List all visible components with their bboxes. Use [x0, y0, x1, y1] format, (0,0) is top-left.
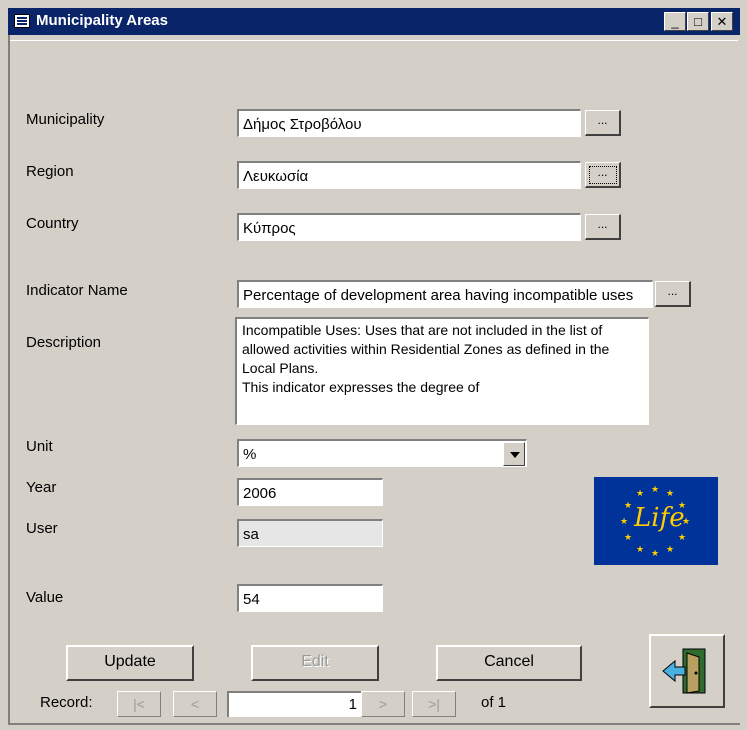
year-label: Year	[26, 479, 57, 496]
divider	[10, 40, 738, 41]
country-lookup-button[interactable]: ...	[585, 214, 621, 240]
municipality-areas-window: Municipality Areas _ □ ✕ Municipality Δή…	[0, 0, 747, 730]
star-icon: ★	[666, 544, 675, 554]
update-button[interactable]: Update	[66, 645, 194, 681]
record-total: of 1	[481, 694, 507, 711]
star-icon: ★	[624, 532, 633, 542]
region-field[interactable]: Λευκωσία	[237, 161, 581, 189]
description-label: Description	[26, 334, 102, 351]
star-icon: ★	[636, 544, 645, 554]
cancel-button[interactable]: Cancel	[436, 645, 582, 681]
star-icon: ★	[624, 500, 633, 510]
indicator-name-label: Indicator Name	[26, 282, 128, 299]
region-label: Region	[26, 163, 74, 180]
exit-door-icon	[662, 648, 706, 694]
dropdown-arrow-icon[interactable]	[503, 442, 525, 466]
value-label: Value	[26, 589, 64, 606]
star-icon: ★	[666, 488, 675, 498]
life-logo-text: Life	[634, 503, 685, 533]
country-field[interactable]: Κύπρος	[237, 213, 581, 241]
description-text: Incompatible Uses: Uses that are not inc…	[242, 322, 610, 395]
edit-button[interactable]: Edit	[251, 645, 379, 681]
form-icon	[14, 14, 30, 28]
record-label: Record:	[40, 694, 93, 711]
year-field[interactable]: 2006	[237, 478, 383, 506]
star-icon: ★	[651, 548, 660, 558]
description-textarea[interactable]: Incompatible Uses: Uses that are not inc…	[235, 317, 649, 425]
value-field[interactable]: 54	[237, 584, 383, 612]
star-icon: ★	[651, 484, 660, 494]
municipality-label: Municipality	[26, 111, 105, 128]
indicator-name-field[interactable]: Percentage of development area having in…	[237, 280, 653, 308]
unit-select[interactable]: %	[237, 439, 527, 467]
maximize-button[interactable]: □	[687, 12, 709, 31]
eu-life-logo: ★ ★ ★ ★ ★ ★ ★ ★ ★ ★ ★ ★ Life	[594, 477, 718, 565]
country-label: Country	[26, 215, 79, 232]
star-icon: ★	[636, 488, 645, 498]
record-number-field[interactable]: 1	[227, 691, 361, 717]
user-field: sa	[237, 519, 383, 547]
close-button[interactable]: ✕	[711, 12, 733, 31]
star-icon: ★	[620, 516, 629, 526]
municipality-field[interactable]: Δήμος Στροβόλου	[237, 109, 581, 137]
municipality-lookup-button[interactable]: ...	[585, 110, 621, 136]
window-title: Municipality Areas	[36, 12, 168, 29]
previous-record-button[interactable]: <	[173, 691, 217, 717]
user-label: User	[26, 520, 58, 537]
minimize-button[interactable]: _	[664, 12, 686, 31]
unit-label: Unit	[26, 438, 53, 455]
next-record-button[interactable]: >	[361, 691, 405, 717]
last-record-button[interactable]: >|	[412, 691, 456, 717]
title-bar: Municipality Areas _ □ ✕	[8, 8, 740, 35]
indicator-lookup-button[interactable]: ...	[655, 281, 691, 307]
unit-value: %	[243, 446, 257, 463]
star-icon: ★	[678, 532, 687, 542]
exit-button[interactable]	[649, 634, 725, 708]
region-lookup-button[interactable]: ...	[585, 162, 621, 188]
first-record-button[interactable]: |<	[117, 691, 161, 717]
